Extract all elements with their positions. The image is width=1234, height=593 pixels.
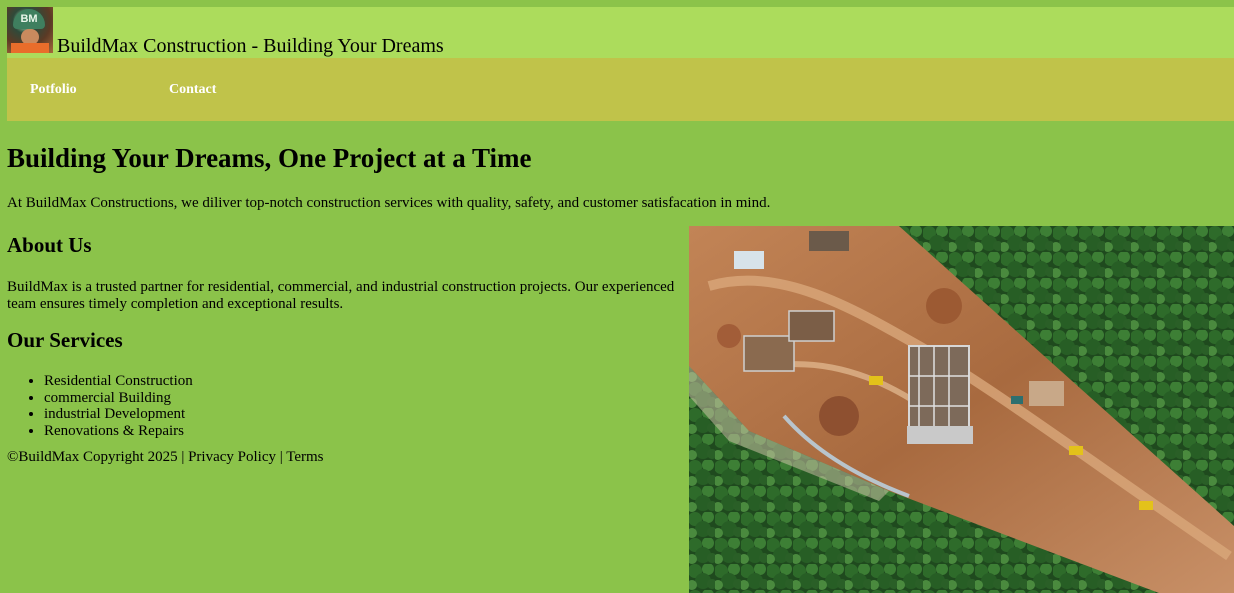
page: BM BuildMax Construction - Building Your… xyxy=(7,7,1234,593)
copyright-text: ©BuildMax Copyright 2025 xyxy=(7,449,178,465)
nav-link-portfolio[interactable]: Potfolio xyxy=(30,82,77,98)
services-title: Our Services xyxy=(7,328,123,352)
site-title: BuildMax Construction - Building Your Dr… xyxy=(57,35,444,57)
privacy-policy-link[interactable]: Privacy Policy xyxy=(188,449,276,465)
logo-image: BM xyxy=(7,7,53,53)
vest-graphic xyxy=(11,43,49,53)
service-item-renovations: Renovations & Repairs xyxy=(44,423,193,440)
hero-title: Building Your Dreams, One Project at a T… xyxy=(7,143,532,173)
footer: ©BuildMax Copyright 2025 | Privacy Polic… xyxy=(7,448,324,466)
service-item-industrial: industrial Development xyxy=(44,406,193,423)
site-header: BM BuildMax Construction - Building Your… xyxy=(7,7,1234,58)
construction-site-aerial-image xyxy=(689,226,1234,593)
nav-link-contact[interactable]: Contact xyxy=(169,82,216,98)
service-item-commercial: commercial Building xyxy=(44,390,193,407)
hero-text: At BuildMax Constructions, we diliver to… xyxy=(7,195,771,211)
service-item-residential: Residential Construction xyxy=(44,373,193,390)
helmet-graphic: BM xyxy=(13,9,45,29)
footer-separator: | xyxy=(276,449,287,465)
services-list: Residential Construction commercial Buil… xyxy=(7,373,193,439)
footer-separator: | xyxy=(177,449,189,465)
terms-link[interactable]: Terms xyxy=(286,449,323,465)
about-title: About Us xyxy=(7,233,92,257)
main-nav: Potfolio Contact xyxy=(7,58,1234,121)
about-text: BuildMax is a trusted partner for reside… xyxy=(7,279,675,312)
logo-text: BM xyxy=(20,13,38,25)
